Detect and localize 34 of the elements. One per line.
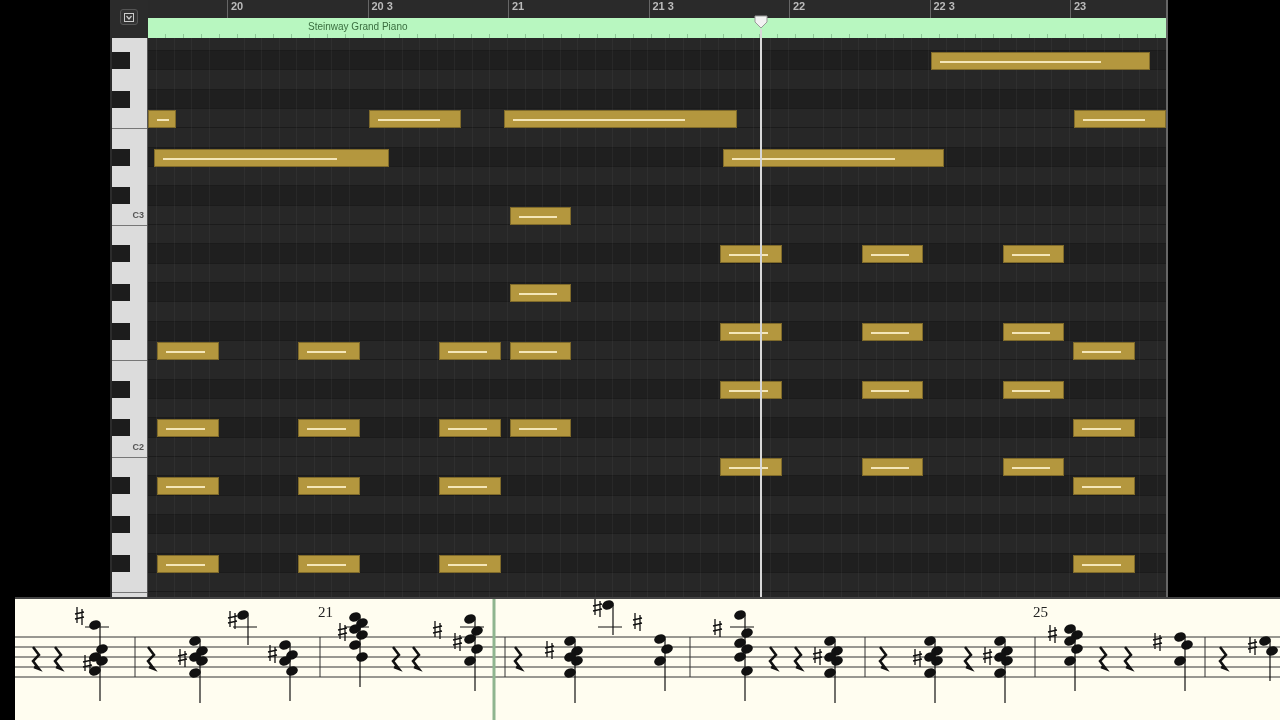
sharp-key[interactable] <box>112 322 130 340</box>
midi-note[interactable] <box>157 419 219 438</box>
sharp-key[interactable] <box>112 148 130 166</box>
chevron-down-icon <box>124 12 134 22</box>
midi-note[interactable] <box>439 419 501 438</box>
timeline-ruler[interactable]: 20 20 3 21 21 3 22 22 3 23 <box>148 0 1166 18</box>
sharp-key[interactable] <box>112 380 130 398</box>
measure-number: 21 <box>318 604 333 621</box>
midi-note[interactable] <box>510 419 571 438</box>
sharp-key[interactable] <box>112 245 130 263</box>
midi-note[interactable] <box>720 245 782 264</box>
midi-note[interactable] <box>157 477 219 496</box>
key-label: C3 <box>132 209 144 220</box>
midi-note[interactable] <box>298 419 360 438</box>
midi-note[interactable] <box>1073 419 1135 438</box>
midi-note[interactable] <box>1073 477 1135 496</box>
sharp-key[interactable] <box>112 187 130 205</box>
playhead-handle-icon[interactable] <box>754 15 768 29</box>
sharp-key[interactable] <box>112 477 130 495</box>
sharp-key[interactable] <box>112 554 130 572</box>
key-label: C2 <box>132 441 144 452</box>
midi-note[interactable] <box>439 477 501 496</box>
collapse-button[interactable] <box>120 9 138 25</box>
sharp-key[interactable] <box>112 419 130 437</box>
piano-keyboard[interactable]: C3 C2 <box>112 38 148 597</box>
sharp-key[interactable] <box>112 515 130 533</box>
region-name: Steinway Grand Piano <box>308 21 408 32</box>
midi-region[interactable]: Steinway Grand Piano <box>148 18 1166 38</box>
midi-note[interactable] <box>1003 245 1064 264</box>
midi-note[interactable] <box>862 245 923 264</box>
midi-note[interactable] <box>298 477 360 496</box>
measure-number: 25 <box>1033 604 1048 621</box>
piano-roll-grid[interactable] <box>148 38 1166 597</box>
sharp-key[interactable] <box>112 90 130 108</box>
